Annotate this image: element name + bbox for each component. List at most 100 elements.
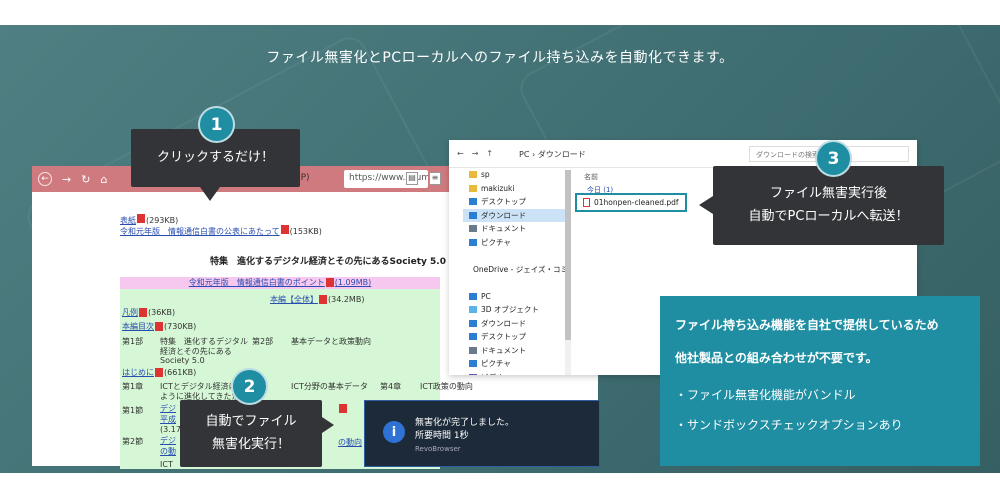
documents-icon [469, 346, 477, 354]
sidebar-scrollbar[interactable] [565, 170, 571, 375]
file-size: (3.17 [160, 425, 181, 434]
chapter-1-label: 第1章 [122, 382, 144, 391]
chapter-4-title: ICT政策の動向 [420, 382, 473, 391]
link-section-2[interactable]: デジ [160, 436, 176, 445]
column-header-name[interactable]: 名前 [584, 172, 598, 182]
sidebar-item[interactable]: ダウンロード [463, 317, 567, 331]
bubble-line: 無害化実行！ [211, 436, 290, 452]
pdf-icon [155, 322, 163, 331]
sidebar-item[interactable]: ダウンロード [463, 208, 567, 222]
sidebar-item[interactable]: OneDrive - ジェイズ・コミュニケー [463, 263, 567, 277]
sidebar-item-label: OneDrive - ジェイズ・コミュニケー [473, 264, 567, 274]
file-size: (1.09MB) [334, 278, 372, 287]
panel-heading: 他社製品との組み合わせが不要です。 [675, 351, 878, 365]
link-point[interactable]: 令和元年版 情報通信白書のポイント [189, 278, 325, 287]
sidebar-item[interactable]: sp [463, 168, 567, 182]
link-section-1b[interactable]: 平成 [160, 415, 176, 424]
chapter-3-title: ICT分野の基本データ [291, 382, 368, 391]
file-size: (730KB) [164, 322, 197, 331]
bubble-line: ファイル無害実行後 [769, 185, 887, 201]
chapter-fragment: ICT [160, 460, 173, 469]
file-size: (36KB) [148, 308, 176, 317]
scroll-thumb[interactable] [565, 170, 571, 340]
link-fragment[interactable]: の動向 [338, 438, 362, 447]
hanrei-row: 凡例 (36KB) [122, 307, 175, 318]
sidebar-item[interactable]: makizuki [463, 182, 567, 196]
step-3-badge: 3 [815, 140, 852, 177]
honpen-row: 本編【全体】 (34.2MB) [270, 294, 364, 305]
section-2-link: の動 [160, 446, 176, 457]
pdf-icon [155, 368, 163, 377]
pdf-icon [280, 225, 289, 234]
link-mokuji[interactable]: 本編目次 [122, 322, 154, 331]
chapter-4-label: 第4章 [380, 382, 402, 391]
panel-bullet: ・ファイル無害化機能がバンドル [675, 388, 856, 402]
sidebar-item-label: ドキュメント [481, 224, 526, 234]
part-2-title: 基本データと政策動向 [291, 337, 371, 346]
sidebar-item [463, 249, 567, 263]
pdf-icon [139, 308, 147, 317]
panel-heading: ファイル持ち込み機能を自社で提供しているため [675, 318, 939, 332]
sidebar-item[interactable]: 3D オブジェクト [463, 303, 567, 317]
file-size: (153KB) [289, 227, 322, 236]
sidebar-item[interactable]: デスクトップ [463, 195, 567, 209]
part-1-title: Society 5.0 [160, 356, 205, 365]
notification-toast[interactable]: i 無害化が完了しました。 所要時間 1秒 RevoBrowser [364, 400, 600, 467]
bubble-tail [699, 196, 713, 214]
link-section-2b[interactable]: の動 [160, 447, 176, 456]
step-1-badge: 1 [198, 106, 235, 143]
link-hakusho[interactable]: 令和元年版 情報通信白書の公表にあたって [120, 227, 280, 236]
headline: ファイル無害化とPCローカルへのファイル持ち込みを自動化できます。 [266, 50, 734, 66]
sidebar-item[interactable]: ドキュメント [463, 222, 567, 236]
pictures-icon [469, 238, 477, 246]
reader-icon[interactable]: ▤ [406, 172, 418, 185]
link-hakusho-row: 令和元年版 情報通信白書の公表にあたって (153KB) [120, 219, 322, 238]
link-hanrei[interactable]: 凡例 [122, 308, 138, 317]
section-2-link: デジ [160, 435, 176, 446]
sidebar-item[interactable]: PC [463, 290, 567, 304]
address-path[interactable]: PC › ダウンロード [519, 149, 586, 160]
pdf-icon [339, 404, 347, 413]
sidebar-item[interactable]: デスクトップ [463, 330, 567, 344]
toast-app: RevoBrowser [415, 445, 461, 453]
link-hajimeni[interactable]: はじめに [122, 368, 154, 377]
menu-icon[interactable]: ≡ [429, 172, 441, 185]
link-section-1[interactable]: デジ [160, 404, 176, 413]
sidebar-item-label: ビデオ [481, 372, 504, 375]
pictures-icon [469, 360, 477, 368]
pdf-icon-row [338, 404, 348, 413]
bubble-tail [200, 187, 220, 201]
sidebar-item-label: makizuki [481, 183, 515, 193]
sidebar-item-label: sp [481, 170, 490, 180]
back-icon[interactable]: ← [38, 172, 52, 186]
sidebar-item[interactable]: ピクチャ [463, 357, 567, 371]
bubble-line: 自動でPCローカルへ転送！ [748, 208, 909, 224]
home-icon[interactable]: ⌂ [100, 173, 107, 186]
bubble-tail [322, 417, 334, 433]
explorer-sidebar: sp makizuki デスクトップ ダウンロード ドキュメント ピクチャ OneDrive… [463, 168, 567, 375]
right-fragment-row: の動向 [338, 437, 362, 448]
sidebar-item-label: ピクチャ [481, 237, 511, 247]
file-item[interactable]: 01honpen-cleaned.pdf [575, 193, 687, 212]
sidebar-item[interactable]: ピクチャ [463, 236, 567, 250]
toast-time: 所要時間 1秒 [415, 431, 469, 441]
sidebar-item-label: デスクトップ [481, 332, 526, 342]
sidebar-item[interactable]: ドキュメント [463, 344, 567, 358]
file-size: (661KB) [164, 368, 197, 377]
info-icon: i [383, 421, 405, 443]
mokuji-row: 本編目次 (730KB) [122, 321, 196, 332]
sidebar-item-label: デスクトップ [481, 197, 526, 207]
back-icon[interactable]: ← [457, 149, 464, 158]
desktop-icon [469, 198, 477, 206]
part-2-label: 第2部 [252, 337, 274, 346]
forward-icon[interactable]: → [62, 173, 71, 186]
sidebar-item[interactable]: ビデオ [463, 371, 567, 375]
forward-icon[interactable]: → [472, 149, 479, 158]
download-icon [469, 319, 477, 327]
link-honpen[interactable]: 本編【全体】 [270, 295, 318, 304]
up-icon[interactable]: ↑ [486, 149, 493, 158]
point-row: 令和元年版 情報通信白書のポイント (1.09MB) [120, 277, 440, 289]
refresh-icon[interactable]: ↻ [81, 173, 90, 186]
feature-title: 特集 進化するデジタル経済とその先にあるSociety 5.0 [210, 257, 446, 267]
sidebar-item-label: ダウンロード [481, 210, 526, 220]
